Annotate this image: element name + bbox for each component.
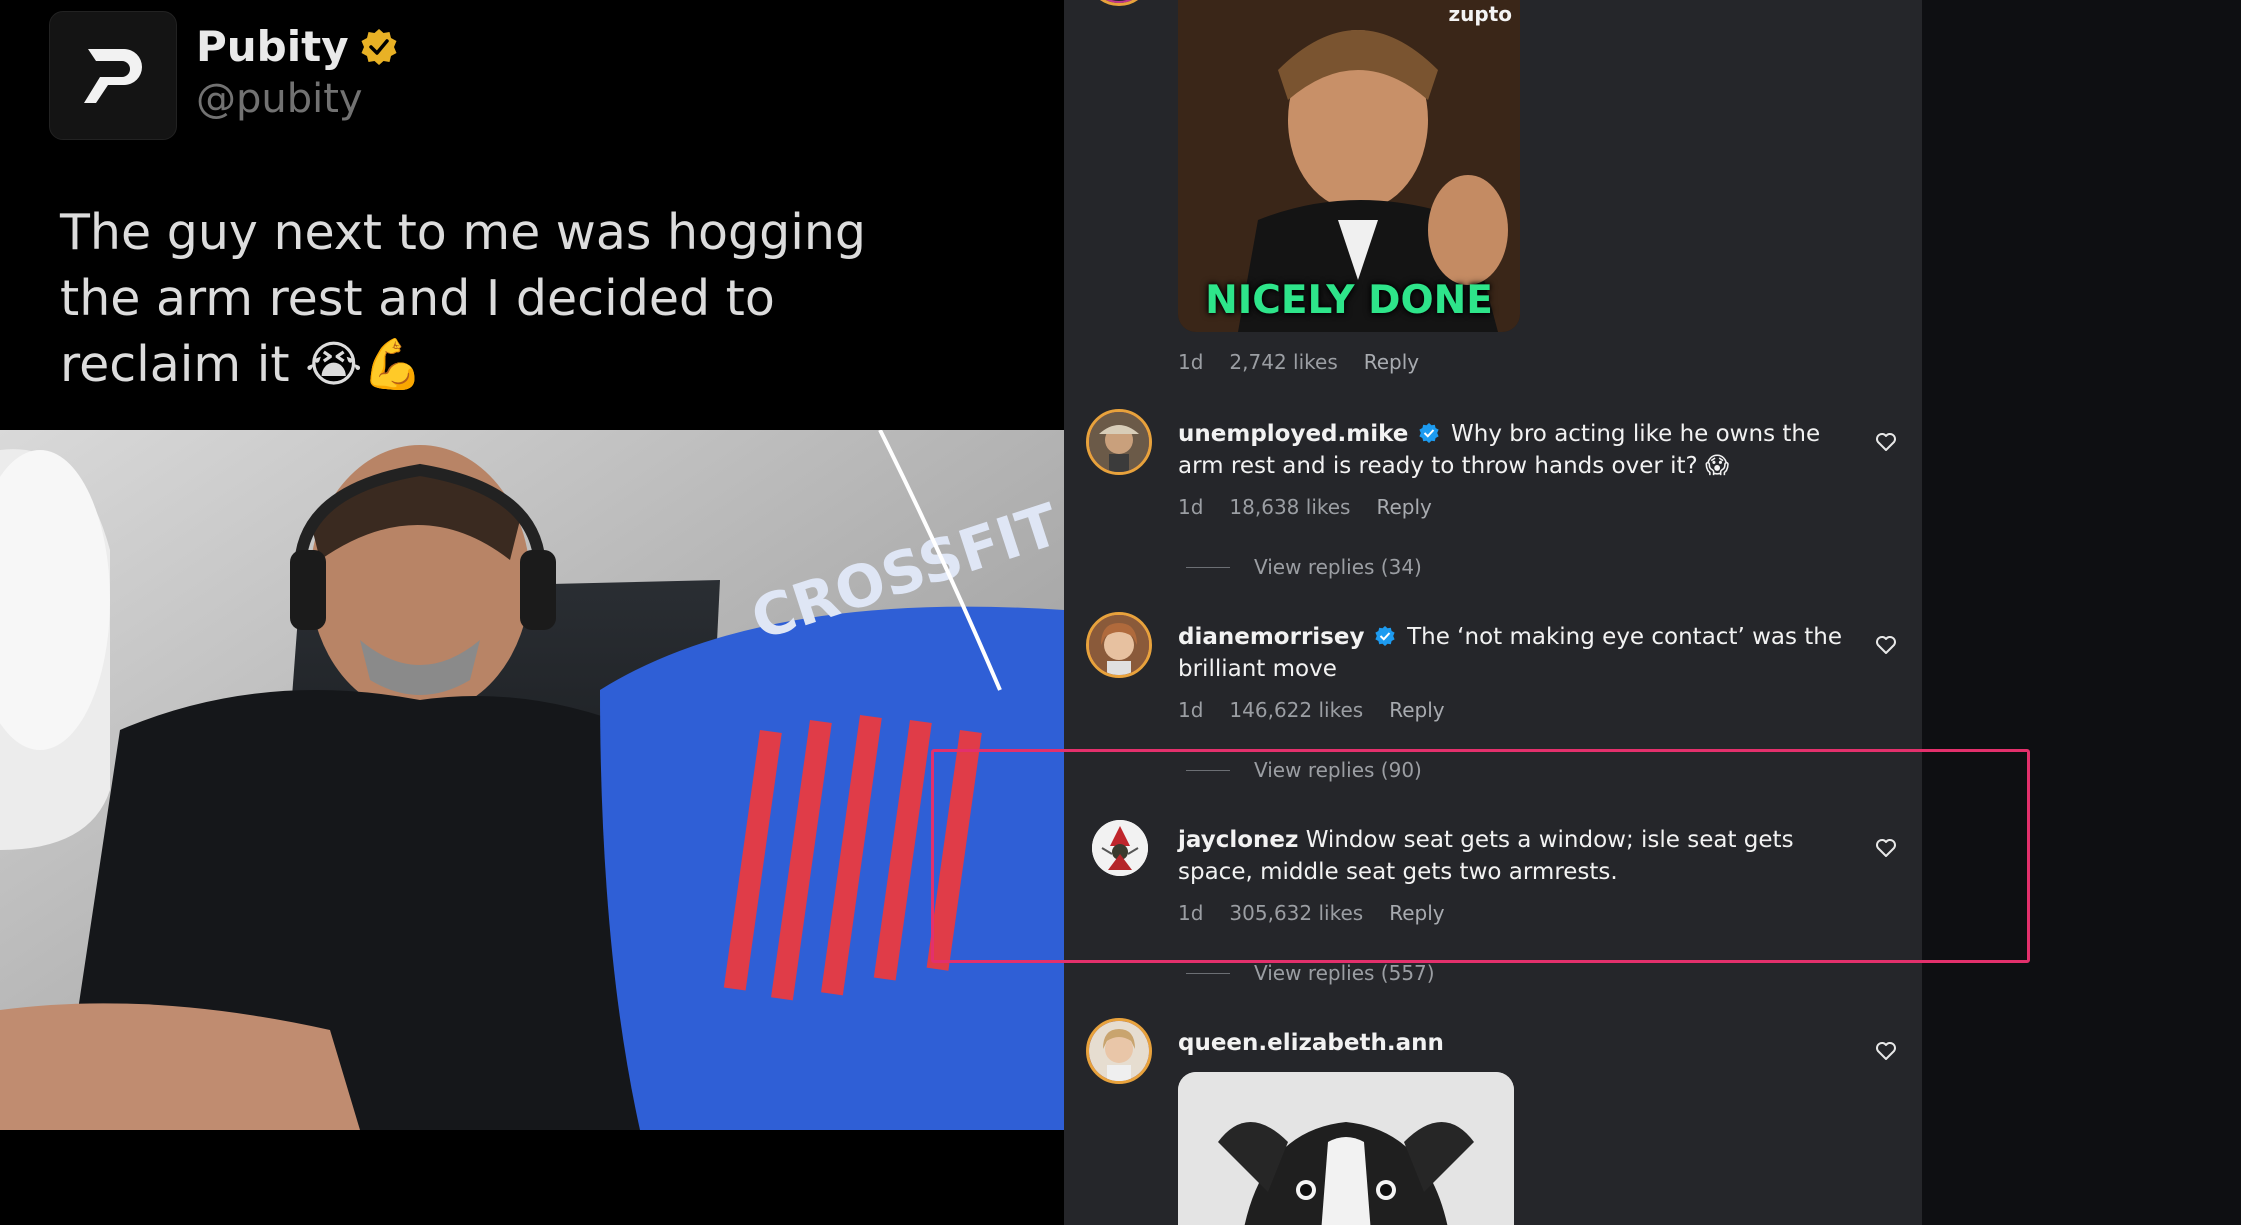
tweet-handle: @pubity — [196, 76, 363, 122]
view-replies-button[interactable]: View replies (90) — [1186, 758, 1422, 782]
comment-text: queen.elizabeth.ann — [1178, 1027, 1868, 1059]
comments-panel[interactable]: zupto NICELY DONE 1d 2,742 likes Reply u… — [1064, 0, 1922, 1225]
like-heart-icon[interactable] — [1874, 1039, 1898, 1063]
reply-button[interactable]: Reply — [1364, 350, 1419, 374]
like-heart-icon[interactable] — [1874, 633, 1898, 657]
verified-badge-icon — [1375, 626, 1395, 646]
dog-gif — [1178, 1072, 1514, 1225]
like-heart-icon[interactable] — [1874, 430, 1898, 454]
like-heart-icon[interactable] — [1874, 836, 1898, 860]
comment-meta: 1d 146,622 likes Reply — [1178, 698, 1445, 722]
pubity-avatar — [49, 11, 177, 140]
view-replies-button[interactable]: View replies (557) — [1186, 961, 1435, 985]
comment-username[interactable]: queen.elizabeth.ann — [1178, 1030, 1444, 1056]
comment-username[interactable]: unemployed.mike — [1178, 421, 1408, 447]
gold-verified-badge-icon — [361, 28, 397, 65]
reply-button[interactable]: Reply — [1389, 901, 1444, 925]
comment-avatar[interactable] — [1086, 0, 1152, 6]
nicely-done-gif: zupto NICELY DONE — [1178, 0, 1520, 332]
reply-button[interactable]: Reply — [1376, 495, 1431, 519]
gif-brand-label: zupto — [1448, 2, 1513, 26]
comment-meta: 1d 305,632 likes Reply — [1178, 901, 1445, 925]
comment-text: unemployed.mike Why bro acting like he o… — [1178, 421, 1821, 479]
avatar-queen-elizabeth-ann[interactable] — [1086, 1018, 1152, 1084]
divider-line — [1186, 769, 1230, 771]
airplane-video[interactable]: CROSSFIT GAME — [0, 430, 1064, 1130]
post-media: Pubity @pubity The guy next to me was ho… — [0, 0, 1064, 1225]
comment-text: jayclonez Window seat gets a window; isl… — [1178, 827, 1794, 885]
comment-meta: 1d 2,742 likes Reply — [1178, 350, 1420, 374]
airplane-scene-image: CROSSFIT GAME — [0, 430, 1064, 1130]
comment-username[interactable]: dianemorrisey — [1178, 624, 1364, 650]
comment-text: dianemorrisey The ‘not making eye contac… — [1178, 624, 1843, 682]
right-gutter — [1922, 0, 2241, 1225]
comment-meta: 1d 18,638 likes Reply — [1178, 495, 1432, 519]
avatar-dianemorrisey[interactable] — [1086, 612, 1152, 678]
tweet-text: The guy next to me was hogging the arm r… — [60, 204, 867, 393]
gif-caption: NICELY DONE — [1205, 278, 1493, 323]
verified-badge-icon — [1419, 423, 1439, 443]
tweet-display-name: Pubity — [196, 22, 399, 71]
avatar-jayclonez[interactable] — [1092, 820, 1148, 876]
view-replies-button[interactable]: View replies (34) — [1186, 555, 1422, 579]
reply-button[interactable]: Reply — [1389, 698, 1444, 722]
comment-username[interactable]: jayclonez — [1178, 827, 1298, 853]
divider-line — [1186, 566, 1230, 568]
pubity-logo-icon — [84, 48, 142, 103]
divider-line — [1186, 972, 1230, 974]
avatar-unemployed-mike[interactable] — [1086, 409, 1152, 475]
